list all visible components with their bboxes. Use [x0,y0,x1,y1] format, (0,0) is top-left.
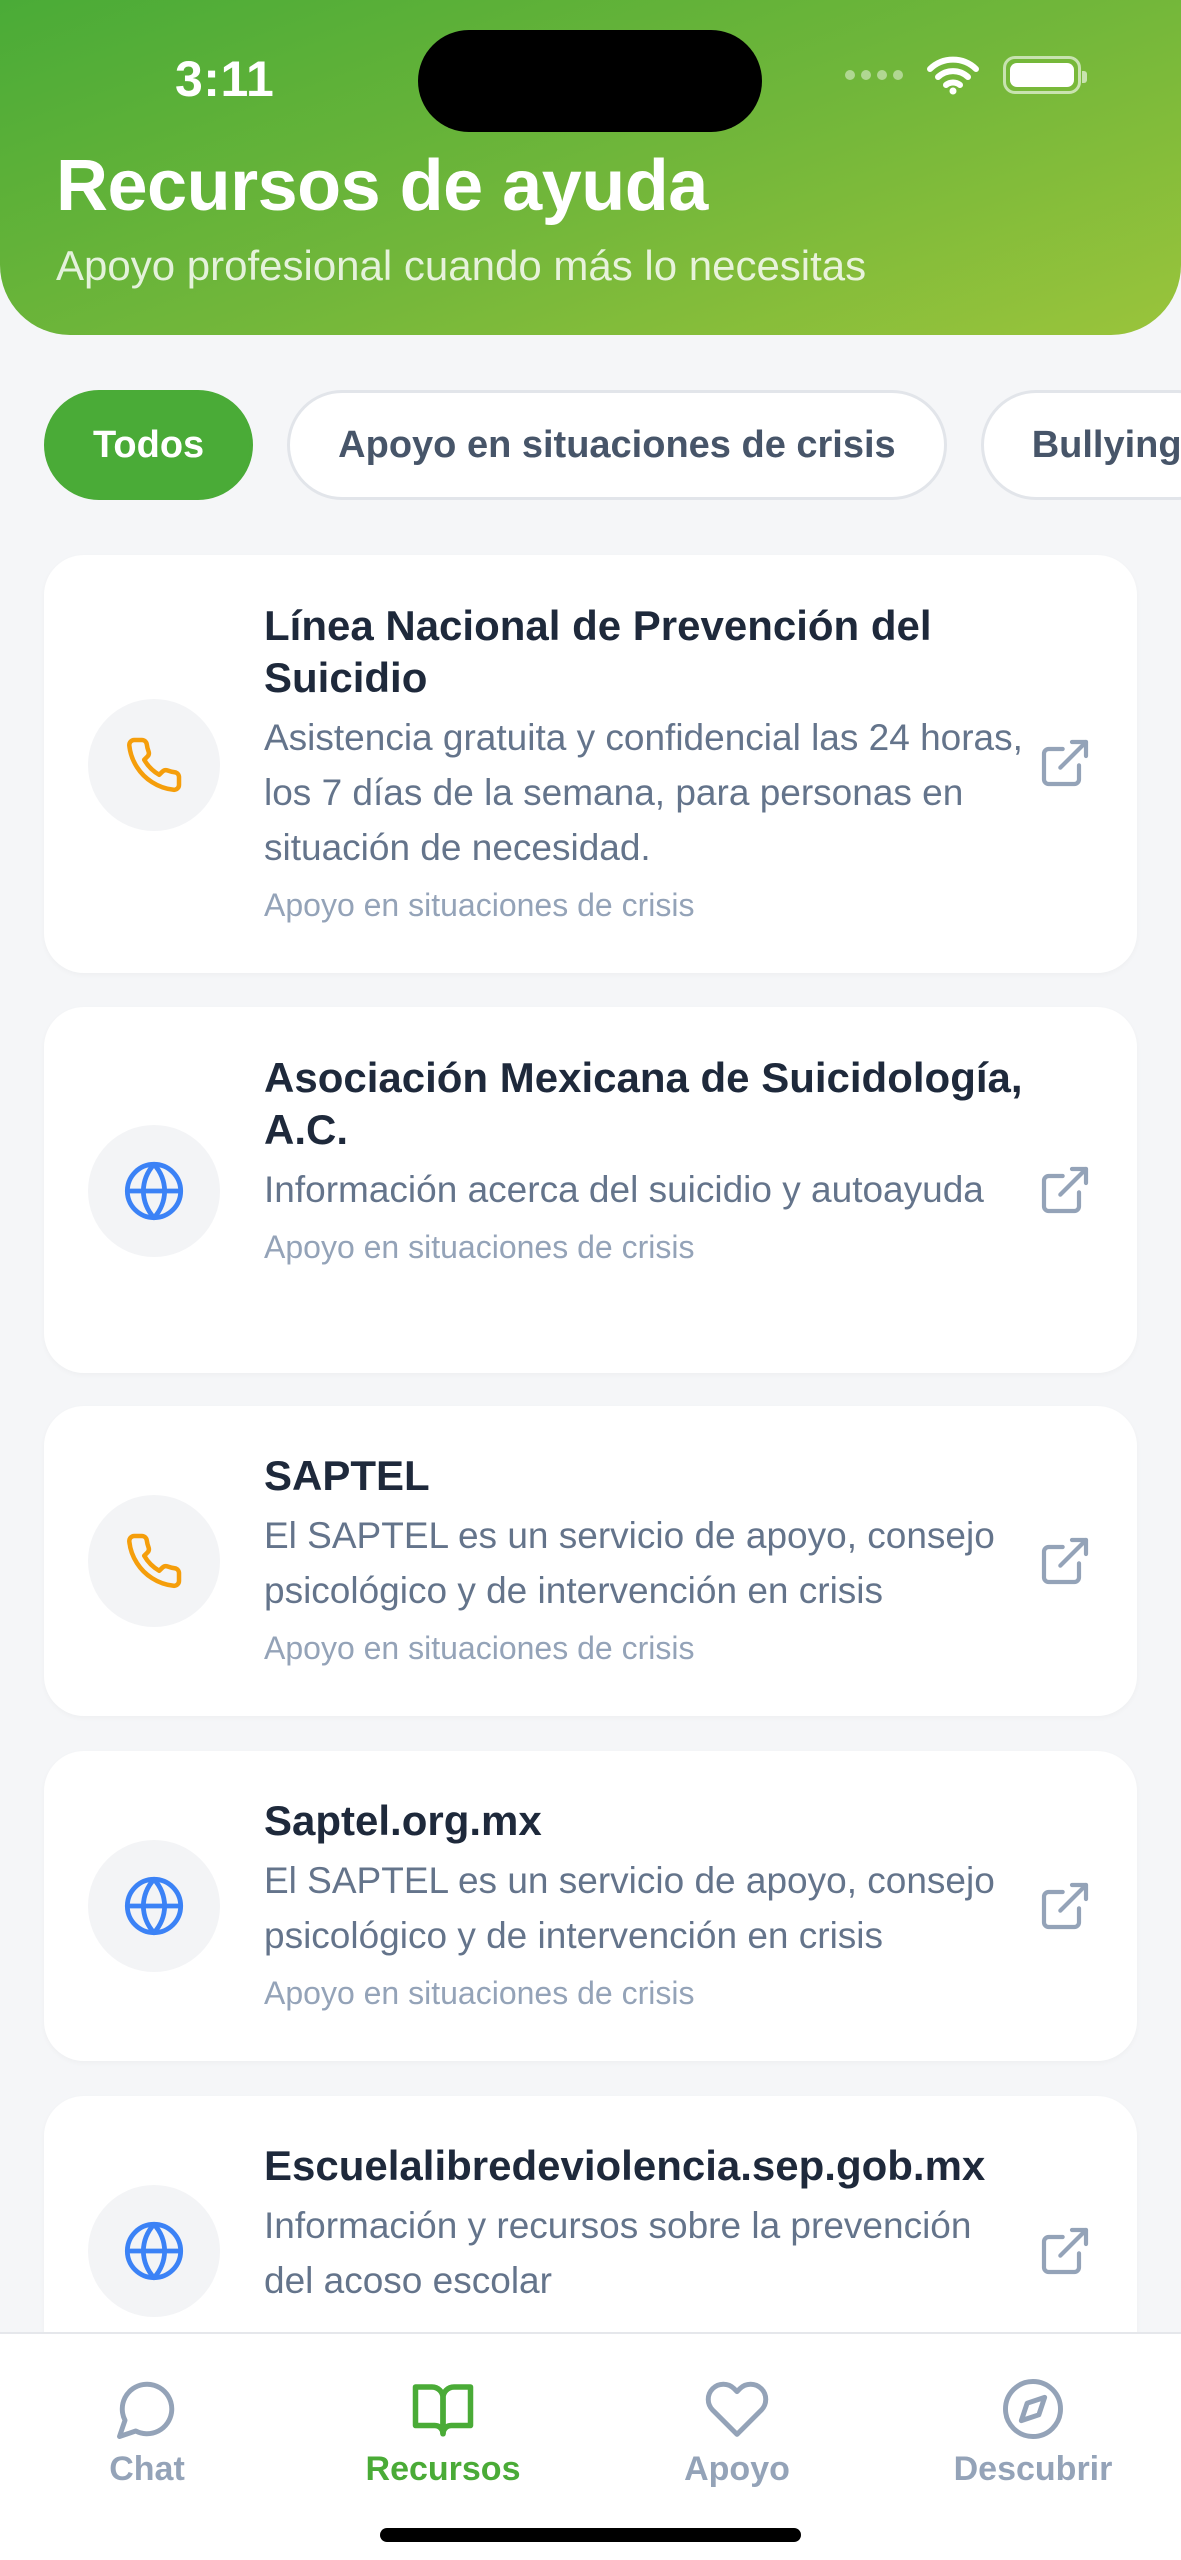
page-title: Recursos de ayuda [56,146,708,226]
filter-chip-todos[interactable]: Todos [44,390,254,500]
resource-title: Escuelalibredeviolencia.sep.gob.mx [264,2142,986,2189]
external-link-icon[interactable] [1037,1878,1093,1934]
header: 3:11 Recursos de ayuda Apoyo profesional… [0,0,1181,335]
tab-label: Descubrir [953,2450,1113,2488]
filter-chip-crisis[interactable]: Apoyo en situaciones de crisis [287,390,947,500]
resource-category: Apoyo en situaciones de crisis [264,1975,695,2011]
book-icon [412,2384,474,2437]
bottom-tab-bar: Chat Recursos Apoyo Descubrir [0,2332,1181,2560]
tab-label: Chat [109,2450,185,2488]
resource-card[interactable]: Saptel.org.mx El SAPTEL es un servicio d… [44,1751,1137,2061]
tab-descubrir[interactable]: Descubrir [908,2376,1158,2489]
globe-icon [124,1876,184,1936]
chat-bubble-icon [117,2381,175,2439]
external-link-icon[interactable] [1037,1533,1093,1589]
resource-icon-badge [88,1495,220,1627]
filter-chips: Todos Apoyo en situaciones de crisis Bul… [44,390,1181,500]
globe-icon [124,1161,184,1221]
resource-title: Asociación Mexicana de Suicidología, A.C… [264,1054,1023,1153]
resource-category: Apoyo en situaciones de crisis [264,1630,695,1666]
phone-icon [127,1533,182,1589]
phone-icon [127,737,182,793]
resource-icon-badge [88,699,220,831]
resource-icon-badge [88,1840,220,1972]
resource-card[interactable]: Línea Nacional de Prevención del Suicidi… [44,555,1137,973]
resource-description: Asistencia gratuita y confidencial las 2… [264,717,1023,868]
tab-label: Recursos [365,2450,521,2488]
tab-apoyo[interactable]: Apoyo [612,2376,862,2489]
battery-icon [1003,56,1087,94]
tab-label: Apoyo [684,2450,790,2488]
resource-card[interactable]: SAPTEL El SAPTEL es un servicio de apoyo… [44,1406,1137,1716]
signal-icon [845,70,903,80]
status-icons [845,55,1087,95]
resource-category: Apoyo en situaciones de crisis [264,887,695,923]
resource-title: Saptel.org.mx [264,1797,542,1844]
status-time: 3:11 [175,51,275,107]
resource-description: Información y recursos sobre la prevenci… [264,2205,972,2301]
resource-title: Línea Nacional de Prevención del Suicidi… [264,602,932,701]
dynamic-island [418,30,762,132]
external-link-icon[interactable] [1037,735,1093,791]
resource-description: El SAPTEL es un servicio de apoyo, conse… [264,1860,995,1956]
heart-icon [705,2381,769,2437]
resource-icon-badge [88,2185,220,2317]
resource-card[interactable]: Asociación Mexicana de Suicidología, A.C… [44,1007,1137,1373]
globe-icon [124,2221,184,2281]
resource-icon-badge [88,1125,220,1257]
compass-icon [1003,2379,1063,2439]
filter-chip-bullying[interactable]: Bullying [980,390,1181,500]
tab-recursos[interactable]: Recursos [318,2376,568,2489]
tab-chat[interactable]: Chat [22,2376,272,2489]
resource-description: Información acerca del suicidio y autoay… [264,1169,984,1210]
external-link-icon[interactable] [1037,1162,1093,1218]
resource-description: El SAPTEL es un servicio de apoyo, conse… [264,1515,995,1611]
page-subtitle: Apoyo profesional cuando más lo necesita… [56,242,867,289]
home-indicator [380,2528,801,2542]
external-link-icon[interactable] [1037,2223,1093,2279]
wifi-icon [927,56,979,95]
resource-title: SAPTEL [264,1452,430,1499]
resource-category: Apoyo en situaciones de crisis [264,1229,695,1265]
